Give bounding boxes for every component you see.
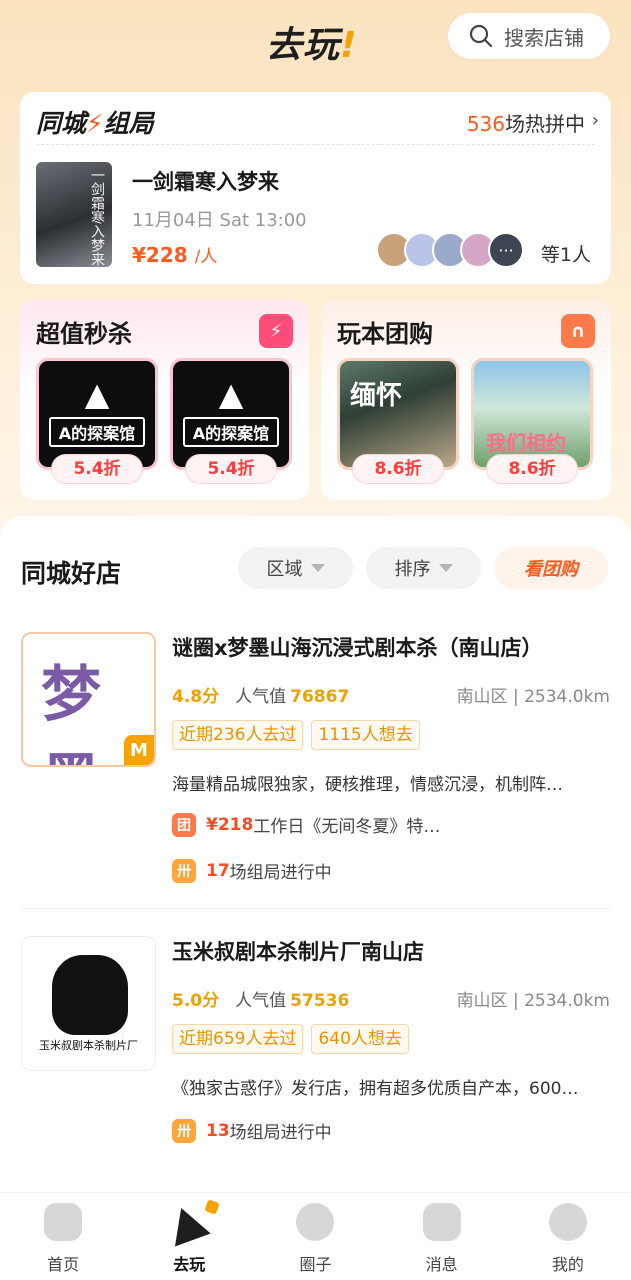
discount-badge: 5.4折 <box>185 454 277 484</box>
shop-tags: 近期236人去过 1115人想去 <box>172 720 428 750</box>
headphones-icon: ∩ <box>561 314 595 348</box>
shop-name[interactable]: 谜圈x梦墨山海沉浸式剧本杀（南山店） <box>172 632 543 662</box>
sort-filter[interactable]: 排序 <box>366 547 481 589</box>
flash-sale-title: 超值秒杀 <box>36 320 132 348</box>
shop-rating: 5.0分 人气值 57536 <box>172 991 350 1011</box>
group-progress-row[interactable]: 卅 13 场组局进行中 <box>172 1118 332 1143</box>
want-tag: 640人想去 <box>311 1024 409 1054</box>
group-buy-item[interactable]: 缅怀 8.6折 <box>337 358 459 486</box>
discount-badge: 8.6折 <box>486 454 578 484</box>
home-icon <box>44 1203 82 1241</box>
play-cone-icon <box>163 1201 211 1247</box>
brand-badge: M <box>124 735 154 765</box>
tab-messages[interactable]: 消息 <box>379 1193 505 1280</box>
group-buy-filter[interactable]: 看团购 <box>494 547 608 589</box>
visited-tag: 近期236人去过 <box>172 720 304 750</box>
flash-sale-card[interactable]: 超值秒杀 ⚡ ▲ A的探案馆 5.4折 ▲ A的探案馆 5.4折 <box>20 300 309 500</box>
spark-icon <box>204 1199 220 1215</box>
bottom-tab-bar: 首页 去玩 圈子 消息 我的 <box>0 1192 631 1280</box>
section-title: 同城好店 <box>21 559 122 588</box>
shop-logo: 玉米叔剧本杀制片厂 <box>21 936 156 1071</box>
group-buy-card[interactable]: 玩本团购 ∩ 缅怀 8.6折 我们相约 8.6折 <box>321 300 611 500</box>
shop-name[interactable]: 玉米叔剧本杀制片厂南山店 <box>172 936 424 966</box>
lightning-icon: ⚡ <box>259 314 293 348</box>
flash-sale-item[interactable]: ▲ A的探案馆 5.4折 <box>36 358 158 486</box>
group-deal-icon: 团 <box>172 812 196 837</box>
flash-sale-item[interactable]: ▲ A的探案馆 5.4折 <box>170 358 292 486</box>
city-group-card[interactable]: 同城⚡组局 536场热拼中 › 一剑霜寒入梦来 一剑霜寒入梦来 11月04日 S… <box>20 92 611 284</box>
more-avatars-icon: ··· <box>488 232 524 268</box>
shop-tags: 近期659人去过 640人想去 <box>172 1024 417 1054</box>
area-filter[interactable]: 区域 <box>238 547 353 589</box>
chevron-right-icon[interactable]: › <box>592 110 599 131</box>
group-icon: 卅 <box>172 858 196 883</box>
event-price: ¥228 /人 <box>132 243 218 267</box>
app-logo: 去玩! <box>266 25 358 66</box>
event-time: 11月04日 Sat 13:00 <box>132 210 307 231</box>
shop-distance: 南山区 | 2534.0km <box>456 687 610 707</box>
group-card-title: 同城⚡组局 <box>36 109 154 138</box>
caret-down-icon <box>310 564 325 572</box>
tab-play[interactable]: 去玩 <box>126 1193 252 1280</box>
participants-more: 等1人 <box>540 244 591 266</box>
discount-badge: 5.4折 <box>51 454 143 484</box>
portrait-icon <box>52 955 128 1035</box>
shop-logo: 梦墨 M <box>21 632 156 767</box>
search-placeholder: 搜索店铺 <box>504 25 584 50</box>
cat-profile-icon <box>548 1203 587 1241</box>
search-icon <box>469 24 493 48</box>
want-tag: 1115人想去 <box>311 720 420 750</box>
participant-avatars[interactable]: ··· <box>376 232 524 268</box>
group-buy-item[interactable]: 我们相约 8.6折 <box>471 358 593 486</box>
visited-tag: 近期659人去过 <box>172 1024 304 1054</box>
shops-panel: 同城好店 区域 排序 看团购 梦墨 M 谜圈x梦墨山海沉浸式剧本杀（南山店） 4… <box>0 516 631 1196</box>
search-input[interactable]: 搜索店铺 <box>448 13 610 59</box>
group-icon: 卅 <box>172 1118 196 1143</box>
group-buy-title: 玩本团购 <box>337 320 433 348</box>
shop-description: 海量精品城限独家，硬核推理，情感沉浸，机制阵… <box>172 775 563 795</box>
shop-description: 《独家古惑仔》发行店，拥有超多优质自产本，600… <box>172 1079 579 1099</box>
group-progress-row[interactable]: 卅 17 场组局进行中 <box>172 858 332 883</box>
header: 去玩! 搜索店铺 <box>0 0 631 80</box>
group-count-link[interactable]: 536场热拼中 <box>467 108 585 137</box>
shop-rating: 4.8分 人气值 76867 <box>172 687 350 707</box>
chat-icon <box>422 1203 461 1241</box>
discount-badge: 8.6折 <box>352 454 444 484</box>
deal-row[interactable]: 团 ¥218 工作日《无间冬夏》特… <box>172 812 440 837</box>
tab-circle[interactable]: 圈子 <box>252 1193 378 1280</box>
divider <box>36 144 595 145</box>
event-poster[interactable]: 一剑霜寒入梦来 <box>36 162 112 267</box>
shop-distance: 南山区 | 2534.0km <box>456 991 610 1011</box>
tab-profile[interactable]: 我的 <box>505 1193 631 1280</box>
divider <box>21 908 610 909</box>
event-title[interactable]: 一剑霜寒入梦来 <box>132 166 279 196</box>
tab-home[interactable]: 首页 <box>0 1193 126 1280</box>
compass-icon <box>296 1203 335 1241</box>
caret-down-icon <box>438 564 453 572</box>
